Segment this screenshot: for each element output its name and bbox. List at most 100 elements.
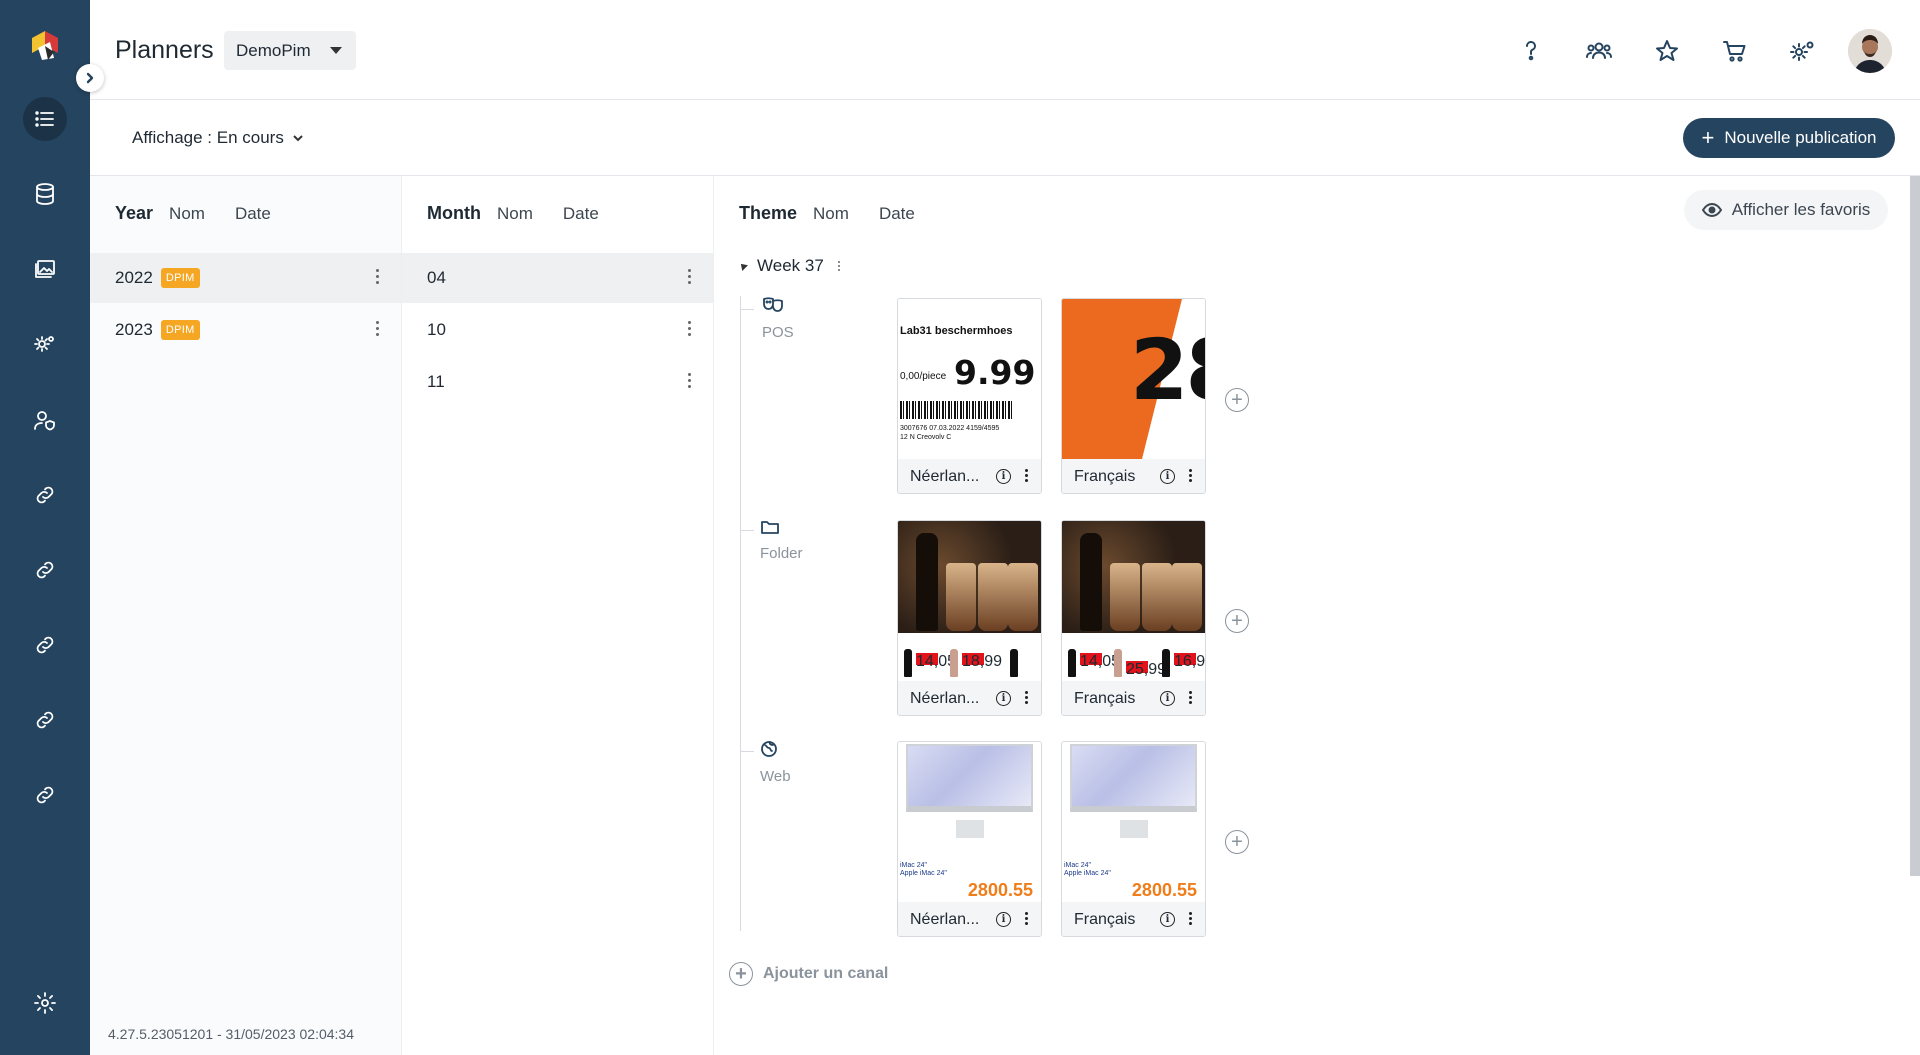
publication-card[interactable]: 14,05 18,99 Néerlan... i xyxy=(897,520,1042,716)
new-publication-button[interactable]: + Nouvelle publication xyxy=(1683,118,1895,158)
kebab-menu-icon[interactable] xyxy=(687,321,691,339)
sort-by-name[interactable]: Nom xyxy=(169,204,205,224)
card-language: Néerlan... xyxy=(910,467,980,485)
tree-tick xyxy=(740,309,754,310)
kebab-menu-icon[interactable] xyxy=(1189,691,1192,706)
nav-user-shield-icon[interactable] xyxy=(23,398,67,442)
page-title: Planners xyxy=(115,36,214,64)
theme-column-title: Theme xyxy=(739,203,798,223)
kebab-menu-icon[interactable] xyxy=(687,269,691,287)
kebab-menu-icon[interactable] xyxy=(1025,912,1028,927)
card-language: Néerlan... xyxy=(910,910,980,928)
list-item[interactable]: 10 xyxy=(402,305,713,355)
kebab-menu-icon[interactable] xyxy=(1189,912,1192,927)
add-channel-button[interactable]: + Ajouter un canal xyxy=(729,962,888,986)
nav-link-icon-5[interactable] xyxy=(23,773,67,817)
info-icon[interactable]: i xyxy=(996,691,1011,706)
nav-database-icon[interactable] xyxy=(23,172,67,216)
tenant-select-value: DemoPim xyxy=(236,40,311,60)
theme-column-header: Theme Nom Date xyxy=(739,203,945,224)
publication-thumbnail: 28 xyxy=(1062,299,1205,459)
list-item[interactable]: 04 xyxy=(402,253,713,303)
card-footer: Néerlan... i xyxy=(898,459,1041,493)
card-footer: Néerlan... i xyxy=(898,902,1041,936)
publication-card[interactable]: 28 Français i xyxy=(1061,298,1206,494)
card-language: Français xyxy=(1074,689,1136,707)
list-item[interactable]: 2023 DPIM xyxy=(90,305,401,355)
channel-pos[interactable]: POS xyxy=(762,296,794,341)
nav-link-icon-1[interactable] xyxy=(23,473,67,517)
kebab-menu-icon[interactable] xyxy=(375,269,379,287)
info-icon[interactable]: i xyxy=(1160,912,1175,927)
nav-images-icon[interactable] xyxy=(23,247,67,291)
channel-web[interactable]: Web xyxy=(760,740,791,785)
plus-icon: + xyxy=(1701,125,1715,150)
view-filter-dropdown[interactable]: Affichage : En cours xyxy=(132,128,304,148)
publication-card[interactable]: iMac 24" Apple iMac 24" 2800.55 Néerlan..… xyxy=(897,741,1042,937)
kebab-menu-icon[interactable] xyxy=(687,373,691,391)
thumb-caption: iMac 24" Apple iMac 24" xyxy=(900,862,947,878)
settings-icon[interactable] xyxy=(1780,28,1826,74)
expand-rail-chevron-icon[interactable] xyxy=(76,64,104,92)
card-footer: Français i xyxy=(1062,459,1205,493)
publication-thumbnail: iMac 24" Apple iMac 24" 2800.55 xyxy=(898,742,1041,902)
card-language: Néerlan... xyxy=(910,689,980,707)
add-publication-icon[interactable]: + xyxy=(1225,609,1249,633)
info-icon[interactable]: i xyxy=(1160,691,1175,706)
sort-by-date[interactable]: Date xyxy=(879,204,915,224)
star-icon[interactable] xyxy=(1644,28,1690,74)
add-publication-icon[interactable]: + xyxy=(1225,388,1249,412)
show-favorites-label: Afficher les favoris xyxy=(1731,200,1871,219)
scrollbar[interactable] xyxy=(1910,176,1920,876)
list-item[interactable]: 2022 DPIM xyxy=(90,253,401,303)
kebab-menu-icon[interactable] xyxy=(837,260,840,272)
sort-by-date[interactable]: Date xyxy=(235,204,271,224)
folder-icon xyxy=(760,519,803,539)
cart-icon[interactable] xyxy=(1712,28,1758,74)
kebab-menu-icon[interactable] xyxy=(1025,469,1028,484)
nav-link-icon-2[interactable] xyxy=(23,548,67,592)
year-label: 2022 xyxy=(115,268,153,287)
nav-settings-gears-icon[interactable] xyxy=(23,322,67,366)
globe-icon xyxy=(760,740,791,762)
nav-settings-icon[interactable] xyxy=(23,981,67,1025)
status-badge: DPIM xyxy=(160,268,200,288)
kebab-menu-icon[interactable] xyxy=(1189,469,1192,484)
card-footer: Français i xyxy=(1062,902,1205,936)
year-column: Year Nom Date 2022 DPIM 2023 DPIM xyxy=(90,176,402,1055)
info-icon[interactable]: i xyxy=(996,912,1011,927)
thumb-price-tag: 25,99 xyxy=(1126,661,1167,678)
tenant-select[interactable]: DemoPim xyxy=(224,31,356,70)
sort-by-name[interactable]: Nom xyxy=(813,204,849,224)
kebab-menu-icon[interactable] xyxy=(375,321,379,339)
show-favorites-button[interactable]: Afficher les favoris xyxy=(1684,190,1888,230)
year-column-title: Year xyxy=(115,203,154,223)
collapse-triangle-icon[interactable] xyxy=(738,261,748,271)
sort-by-date[interactable]: Date xyxy=(563,204,599,224)
year-column-header: Year Nom Date xyxy=(115,203,301,224)
nav-list-icon[interactable] xyxy=(23,97,67,141)
avatar[interactable] xyxy=(1848,29,1892,73)
theme-column: Theme Nom Date Afficher les favoris Week… xyxy=(714,176,1920,1055)
publication-card[interactable]: 14,05 25,99 16,99 Français i xyxy=(1061,520,1206,716)
publication-card[interactable]: Lab31 beschermhoes 0,00/piece 9.99 30076… xyxy=(897,298,1042,494)
kebab-menu-icon[interactable] xyxy=(1025,691,1028,706)
users-icon[interactable] xyxy=(1576,28,1622,74)
week-group[interactable]: Week 37 xyxy=(738,256,840,276)
caret-down-icon xyxy=(330,47,342,54)
nav-link-icon-3[interactable] xyxy=(23,623,67,667)
tree-tick xyxy=(740,751,754,752)
publication-card[interactable]: iMac 24" Apple iMac 24" 2800.55 Français … xyxy=(1061,741,1206,937)
help-icon[interactable] xyxy=(1508,28,1554,74)
card-footer: Néerlan... i xyxy=(898,681,1041,715)
channel-folder[interactable]: Folder xyxy=(760,519,803,562)
info-icon[interactable]: i xyxy=(1160,469,1175,484)
list-item[interactable]: 11 xyxy=(402,357,713,407)
sort-by-name[interactable]: Nom xyxy=(497,204,533,224)
app-logo-icon[interactable] xyxy=(28,28,62,62)
left-rail xyxy=(0,0,90,1055)
info-icon[interactable]: i xyxy=(996,469,1011,484)
add-publication-icon[interactable]: + xyxy=(1225,830,1249,854)
nav-link-icon-4[interactable] xyxy=(23,698,67,742)
header-actions xyxy=(1486,28,1920,74)
